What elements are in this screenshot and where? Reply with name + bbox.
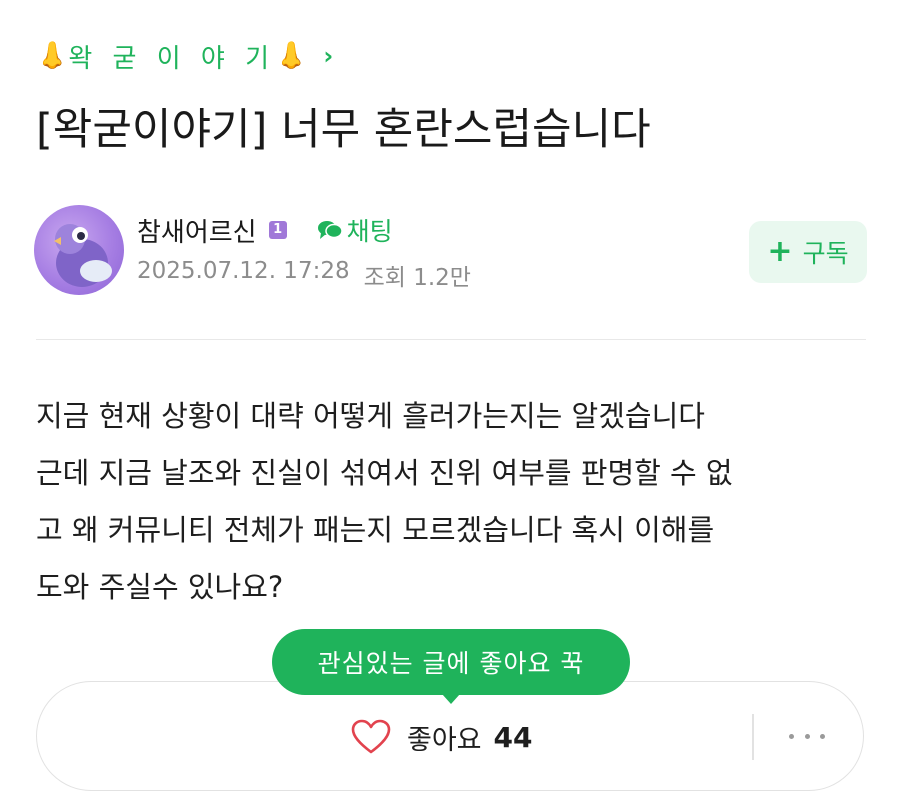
chat-label: 채팅 bbox=[346, 217, 393, 246]
like-tooltip: 관심있는 글에 좋아요 꾹 bbox=[272, 629, 630, 704]
body-line: 지금 현재 상황이 대략 어떻게 흘러가는지는 알겠습니다 bbox=[36, 399, 705, 433]
subscribe-label: 구독 bbox=[802, 239, 849, 268]
nose-emoji-icon: 👃 bbox=[275, 41, 308, 71]
like-button[interactable]: 좋아요 44 bbox=[351, 717, 533, 757]
author-row: 참새어르신 1 채팅 bbox=[137, 210, 393, 250]
post-date: 2025.07.12. 17:28 bbox=[137, 258, 350, 284]
more-options-button[interactable] bbox=[789, 722, 825, 750]
chat-bubble-icon bbox=[317, 221, 343, 239]
plus-icon: + bbox=[767, 234, 793, 269]
body-line: 고 왜 커뮤니티 전체가 패는지 모르겠습니다 혹시 이해를 bbox=[36, 513, 715, 547]
body-line: 근데 지금 날조와 진실이 섞여서 진위 여부를 판명할 수 없 bbox=[36, 456, 733, 490]
category-link[interactable]: 👃 왁 굳 이 야 기 👃 › bbox=[36, 36, 333, 76]
chevron-right-icon: › bbox=[323, 42, 334, 70]
category-label: 왁 굳 이 야 기 bbox=[68, 43, 276, 74]
heart-outline-icon bbox=[351, 719, 391, 754]
subscribe-button[interactable]: + 구독 bbox=[749, 221, 867, 283]
bird-avatar-icon bbox=[54, 224, 112, 287]
more-horizontal-icon bbox=[804, 733, 810, 739]
author-name[interactable]: 참새어르신 bbox=[137, 212, 257, 249]
more-horizontal-icon bbox=[789, 733, 794, 739]
views-info: 조회 1.2만 bbox=[364, 258, 471, 292]
chat-button[interactable]: 채팅 bbox=[317, 212, 393, 248]
post-body: 지금 현재 상황이 대략 어떻게 흘러가는지는 알겠습니다 근데 지금 날조와 … bbox=[36, 388, 876, 616]
like-label: 좋아요 bbox=[407, 724, 482, 756]
divider bbox=[752, 714, 754, 760]
more-horizontal-icon bbox=[820, 733, 825, 739]
level-badge: 1 bbox=[268, 221, 287, 239]
views-count: 1.2만 bbox=[413, 265, 471, 291]
nose-emoji-icon: 👃 bbox=[36, 41, 69, 71]
post-title: [왁굳이야기] 너무 혼란스럽습니다 bbox=[36, 105, 651, 155]
divider bbox=[36, 339, 866, 340]
body-line: 도와 주실수 있나요? bbox=[36, 570, 284, 604]
post-meta: 2025.07.12. 17:28 조회 1.2만 bbox=[137, 258, 471, 292]
avatar[interactable] bbox=[34, 205, 124, 295]
views-label: 조회 bbox=[363, 265, 406, 291]
like-count: 44 bbox=[493, 720, 533, 754]
